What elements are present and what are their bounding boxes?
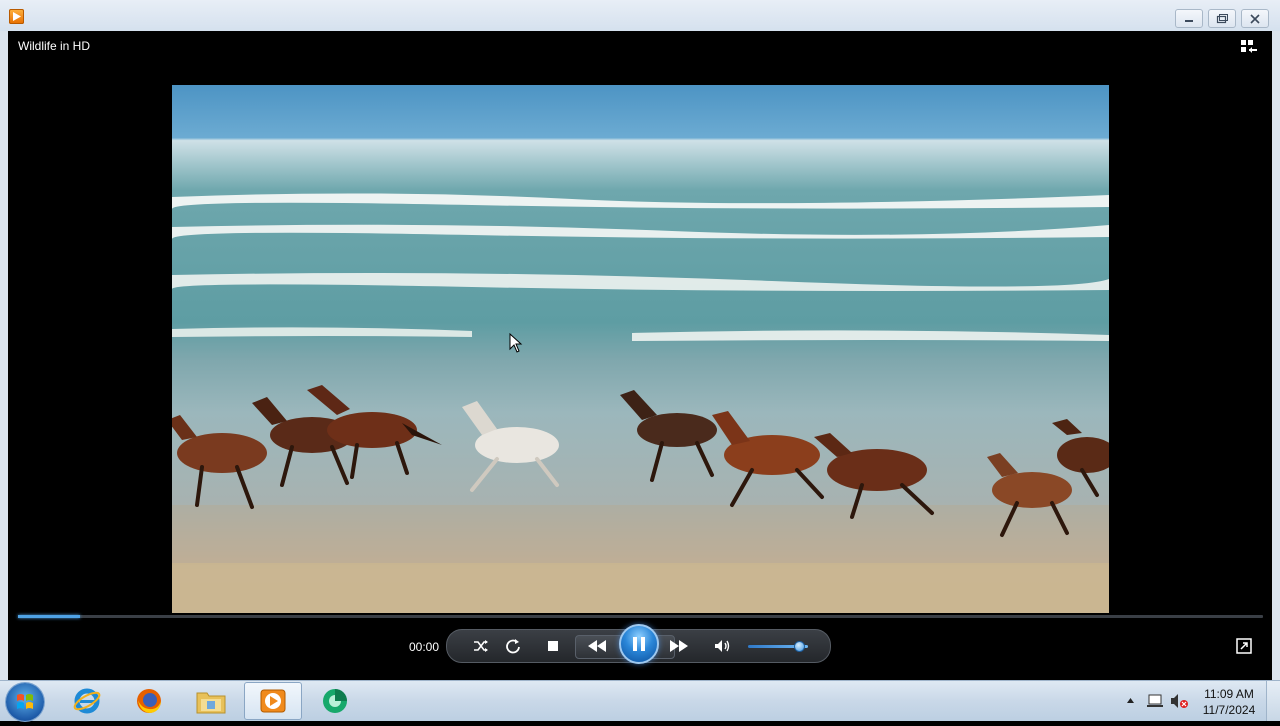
- video-scene: [172, 193, 1109, 613]
- title-bar: [0, 0, 1280, 32]
- shuffle-button[interactable]: [471, 636, 491, 656]
- show-desktop-button[interactable]: [1266, 681, 1280, 721]
- green-app-icon: [323, 689, 347, 713]
- next-icon: [670, 640, 688, 652]
- file-explorer-taskbar-button[interactable]: [182, 682, 240, 720]
- pause-icon: [633, 637, 645, 651]
- volume-icon: [715, 640, 730, 652]
- mouse-cursor: [509, 333, 523, 353]
- green-app-taskbar-button[interactable]: [306, 682, 364, 720]
- internet-explorer-icon: [73, 688, 101, 714]
- internet-explorer-taskbar-button[interactable]: [58, 682, 116, 720]
- system-clock[interactable]: 11:09 AM 11/7/2024: [1196, 686, 1262, 718]
- playback-controls: [446, 624, 831, 664]
- restore-button[interactable]: [1208, 9, 1236, 28]
- switch-to-library-icon[interactable]: [1236, 638, 1252, 654]
- taskbar: 11:09 AM 11/7/2024: [0, 680, 1280, 721]
- file-explorer-icon: [196, 692, 226, 714]
- window-border-right: [1272, 31, 1280, 680]
- seek-progress: [18, 615, 81, 618]
- volume-slider-thumb[interactable]: [794, 641, 805, 652]
- stop-icon: [548, 641, 558, 651]
- firefox-icon: [137, 689, 161, 713]
- horse-herd: [172, 385, 1109, 508]
- layout-switch-icon[interactable]: [1240, 39, 1258, 55]
- windows-logo-icon: [17, 694, 33, 709]
- video-frame[interactable]: [172, 85, 1109, 613]
- previous-button[interactable]: [587, 636, 607, 656]
- volume-slider[interactable]: [748, 641, 808, 652]
- repeat-icon: [506, 639, 520, 654]
- windows-media-player-icon: [260, 689, 286, 713]
- firefox-taskbar-button[interactable]: [120, 682, 178, 720]
- minimize-button[interactable]: [1175, 9, 1203, 28]
- mute-button[interactable]: [713, 636, 733, 656]
- clock-date: 11/7/2024: [1202, 703, 1256, 717]
- stop-button[interactable]: [543, 636, 563, 656]
- seek-bar[interactable]: [18, 615, 1263, 618]
- volume-muted-icon[interactable]: [1170, 693, 1190, 709]
- media-player-taskbar-button[interactable]: [244, 682, 302, 720]
- repeat-button[interactable]: [503, 636, 523, 656]
- start-button[interactable]: [6, 683, 44, 721]
- elapsed-time: 00:00: [409, 640, 440, 654]
- next-button[interactable]: [669, 636, 689, 656]
- show-hidden-icons-icon[interactable]: [1126, 697, 1135, 704]
- clock-time: 11:09 AM: [1204, 687, 1254, 701]
- close-button[interactable]: [1241, 9, 1269, 28]
- action-center-icon[interactable]: [1146, 693, 1164, 709]
- shuffle-icon: [474, 640, 488, 652]
- window-border-left: [0, 31, 8, 680]
- media-player-app-icon: [9, 9, 24, 24]
- previous-icon: [588, 640, 606, 652]
- now-playing-area[interactable]: Wildlife in HD 00:00: [8, 31, 1272, 680]
- pause-button[interactable]: [619, 624, 659, 664]
- video-title: Wildlife in HD: [18, 39, 91, 53]
